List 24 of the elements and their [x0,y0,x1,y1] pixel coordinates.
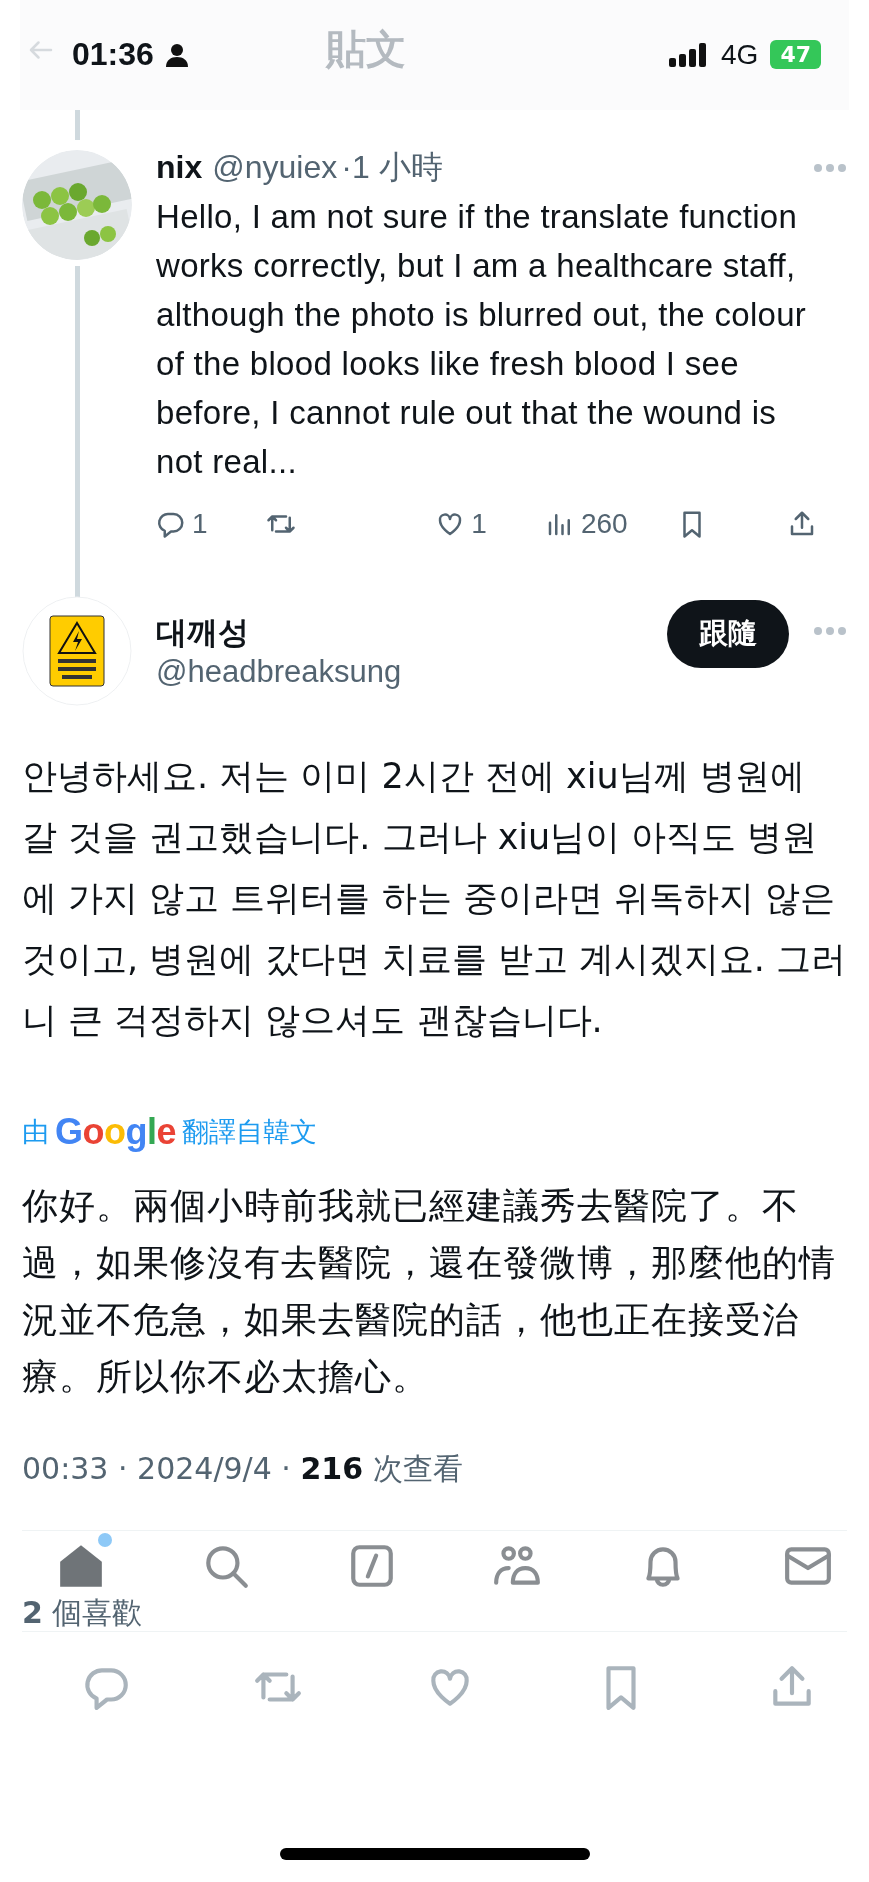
user-name[interactable]: 대깨성 [156,612,643,654]
google-logo: Google [55,1111,177,1153]
post-text: Hello, I am not sure if the translate function works correctly, but I am a healthcare staff, although the photo is blurred out, the colour of the blood looks like fresh blood I see before, I cannot rule out that the wound is not real... [156,197,808,482]
post-time: ·1 小時 [341,148,443,187]
user-handle: @headbreaksung [156,654,403,690]
translation-label: 由 [22,1115,49,1149]
signal-icon [669,42,709,67]
battery-indicator: 47 [770,40,821,69]
user-handle: @nyuiex [212,149,338,186]
more-icon[interactable] [813,626,847,636]
person-icon [165,42,188,67]
user-name[interactable]: nix [156,149,203,186]
network-label: 4G [721,38,759,71]
header-title: 貼文 [326,25,406,74]
likes-count[interactable]: 2 個喜歡 [22,1593,847,1634]
action-count: 1 [471,508,487,540]
status-time: 01:36 [72,36,154,73]
post-meta: 00:33 · 2024/9/4 · 216 次查看 [22,1450,464,1488]
follow-button[interactable]: 跟隨 [667,600,789,668]
more-icon[interactable] [813,163,847,173]
action-count: 1 [192,508,208,540]
action-count: 260 [580,508,628,540]
post-text: 안녕하세요. 저는 이미 2시간 전에 xiu님께 병원에 갈 것을 권고했습니다. 그러나 xiu님이 아직도 병원에 가지 않고 트위터를 하는 중이라면 위독하지 않은 것이고, 병원에 갔다면 치료를 받고 계시겠지요. 그러니 큰 걱정하지 않으셔도 괜찮습니다. [22,755,847,1042]
translated-text: 你好。兩個小時前我就已經建議秀去醫院了。不過，如果修沒有去醫院，還在發微博，那麼他的情況並不危急，如果去醫院的話，他也正在接受治療。所以你不必太擔心。 [22,1184,837,1399]
